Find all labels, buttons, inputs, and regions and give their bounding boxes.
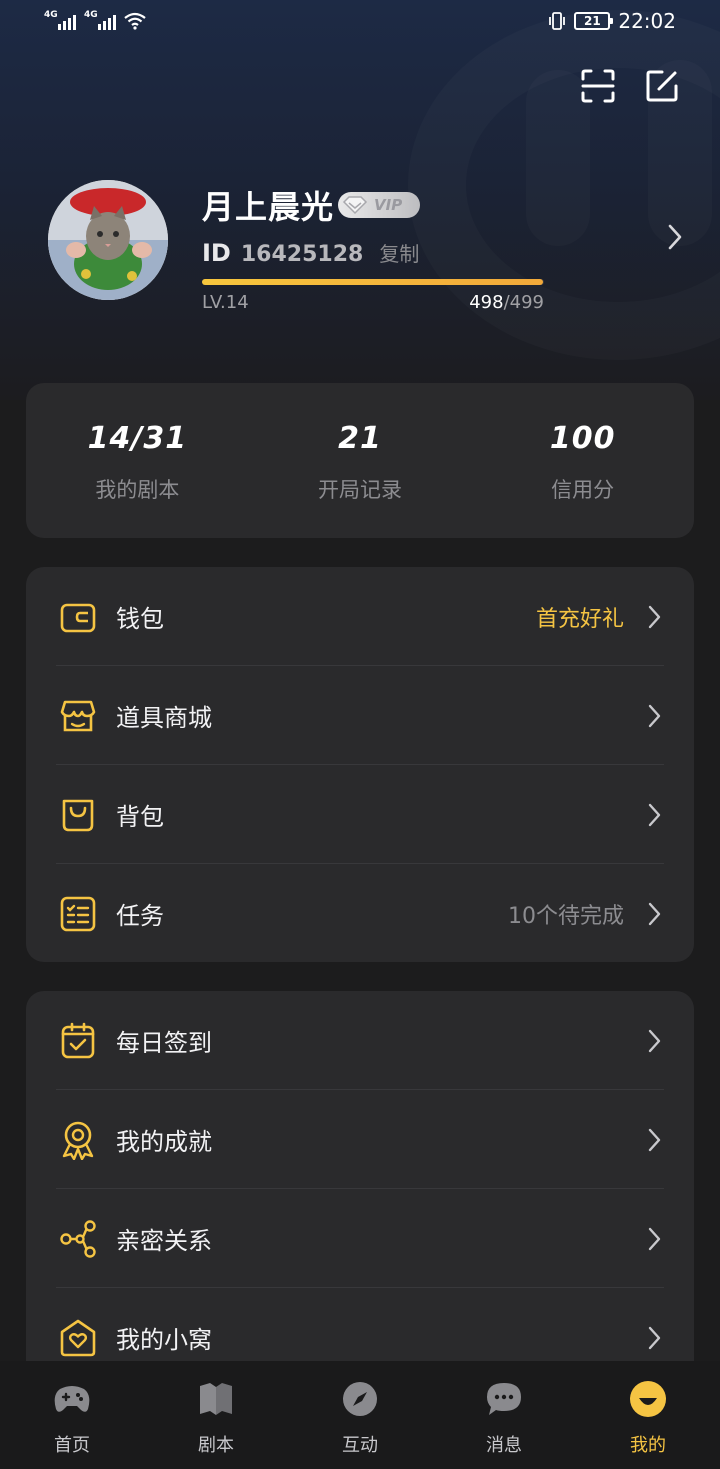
level-label: LV.14 (202, 292, 249, 313)
first-recharge-promo: 首充好礼 (535, 606, 624, 632)
chevron-right-icon (648, 1029, 661, 1052)
level-progress-bar (202, 279, 544, 285)
vip-badge[interactable]: VIP (338, 192, 421, 218)
exp-counter: 498/499 (469, 292, 544, 313)
smile-face-icon (630, 1381, 666, 1417)
tab-messages[interactable]: 消息 (432, 1361, 576, 1469)
chevron-right-icon (648, 605, 661, 628)
menu-card-account: 钱包 首充好礼 道具商城 背包 任务 10个待完成 (26, 567, 694, 962)
chevron-right-icon (648, 803, 661, 826)
compass-icon (343, 1382, 377, 1416)
menu-item-store[interactable]: 道具商城 (26, 666, 694, 765)
book-icon (200, 1383, 232, 1415)
chevron-right-icon (648, 704, 661, 727)
edit-icon[interactable] (644, 68, 680, 104)
profile-detail-chevron-icon[interactable] (664, 222, 686, 252)
share-nodes-icon (60, 1219, 96, 1258)
wifi-icon (124, 12, 146, 30)
tab-home[interactable]: 首页 (0, 1361, 144, 1469)
cellular-signal-icon: 4G (84, 10, 116, 30)
level-progress-fill (202, 279, 544, 285)
menu-item-daily-checkin[interactable]: 每日签到 (26, 991, 694, 1090)
id-label: ID (202, 239, 231, 267)
stat-game-records[interactable]: 21 开局记录 (249, 383, 472, 538)
user-id: 16425128 (240, 242, 364, 267)
vibrate-icon (549, 12, 566, 30)
chevron-right-icon (648, 1128, 661, 1151)
checkin-icon (61, 1022, 95, 1058)
menu-item-tasks[interactable]: 任务 10个待完成 (26, 864, 694, 962)
username: 月上晨光 (202, 188, 335, 226)
profile-name-row: 月上晨光 VIP (202, 182, 421, 228)
copy-id-button[interactable]: 复制 (379, 238, 419, 267)
status-bar: 4G 4G 21 22:02 (0, 0, 720, 44)
menu-item-wallet[interactable]: 钱包 首充好礼 (26, 567, 694, 666)
diamond-icon (342, 196, 368, 215)
menu-item-relationships[interactable]: 亲密关系 (26, 1189, 694, 1288)
stat-credit-score[interactable]: 100 信用分 (471, 383, 694, 538)
menu-item-achievements[interactable]: 我的成就 (26, 1090, 694, 1189)
wallet-icon (60, 603, 96, 632)
bag-icon (62, 799, 94, 831)
stats-card: 14/31 我的剧本 21 开局记录 100 信用分 (26, 383, 694, 538)
avatar[interactable] (48, 180, 168, 300)
clock: 22:02 (618, 9, 676, 33)
tab-interact[interactable]: 互动 (288, 1361, 432, 1469)
medal-icon (62, 1121, 94, 1160)
chevron-right-icon (648, 1227, 661, 1250)
store-icon (60, 700, 96, 731)
task-list-icon (60, 896, 96, 931)
tab-scripts[interactable]: 剧本 (144, 1361, 288, 1469)
bottom-navigation: 首页 剧本 互动 消息 我的 (0, 1361, 720, 1469)
tab-me[interactable]: 我的 (576, 1361, 720, 1469)
pending-tasks-count: 10个待完成 (508, 903, 624, 929)
header-actions (580, 68, 680, 104)
chevron-right-icon (648, 1326, 661, 1349)
chat-bubble-icon (487, 1383, 521, 1415)
cellular-signal-icon: 4G (44, 10, 76, 30)
user-id-row: ID 16425128 复制 (202, 238, 419, 267)
chevron-right-icon (648, 902, 661, 925)
stat-my-scripts[interactable]: 14/31 我的剧本 (26, 383, 249, 538)
menu-card-social: 每日签到 我的成就 亲密关系 我的小窝 (26, 991, 694, 1411)
scan-icon[interactable] (580, 68, 616, 104)
battery-indicator: 21 (574, 12, 614, 30)
heart-home-icon (60, 1319, 96, 1356)
menu-item-bag[interactable]: 背包 (26, 765, 694, 864)
gamepad-icon (54, 1386, 90, 1412)
